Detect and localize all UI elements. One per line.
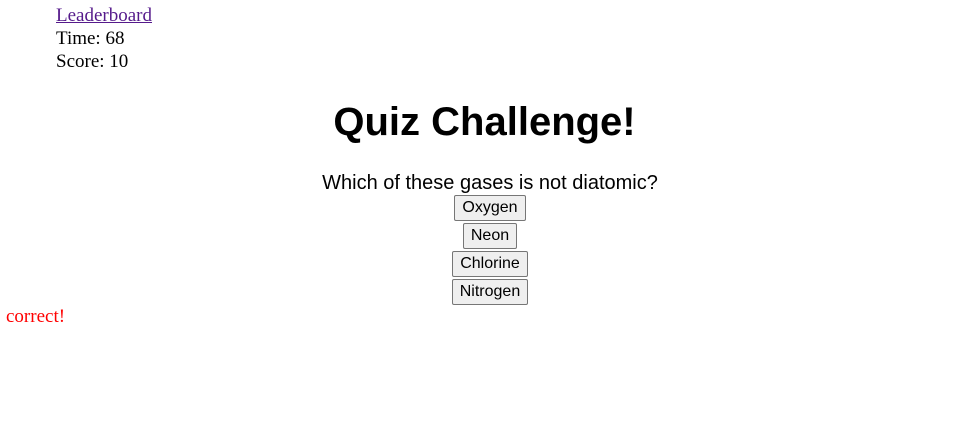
feedback-message: correct! [6, 306, 66, 327]
timer-display: Time: 68 [56, 28, 125, 49]
header-info: Leaderboard Time: 68 Score: 10 [56, 4, 152, 73]
answer-list: Oxygen Neon Chlorine Nitrogen [0, 195, 969, 307]
score-display: Score: 10 [56, 51, 129, 72]
leaderboard-link[interactable]: Leaderboard [56, 5, 152, 26]
page-title: Quiz Challenge! [333, 100, 636, 144]
answer-button-chlorine[interactable]: Chlorine [452, 251, 528, 277]
answer-button-nitrogen[interactable]: Nitrogen [451, 279, 529, 305]
answer-button-neon[interactable]: Neon [462, 223, 518, 249]
question-text: Which of these gases is not diatomic? [322, 172, 658, 194]
answer-button-oxygen[interactable]: Oxygen [454, 195, 526, 221]
